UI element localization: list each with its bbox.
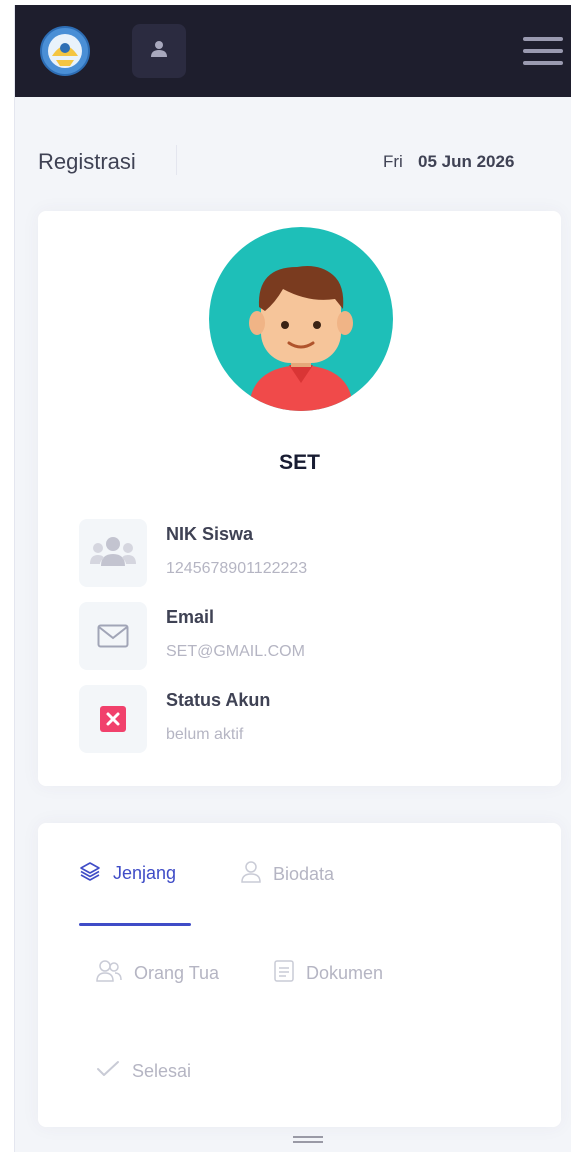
scroll-handle[interactable]: [293, 1141, 323, 1143]
step-dokumen[interactable]: Dokumen: [274, 960, 383, 987]
layers-icon: [79, 861, 101, 886]
info-row-email: Email SET@GMAIL.COM: [79, 602, 519, 672]
info-label: Status Akun: [166, 690, 271, 710]
tut-wuri-handayani-logo[interactable]: [40, 26, 90, 76]
info-row-status: Status Akun belum aktif: [79, 685, 519, 755]
user-name: SET: [279, 451, 320, 474]
hamburger-menu-icon[interactable]: [523, 35, 563, 67]
user-outline-icon: [241, 861, 261, 888]
date-day: Fri: [383, 152, 403, 171]
top-navbar: [15, 5, 571, 97]
document-icon: [274, 960, 294, 987]
step-jenjang[interactable]: Jenjang: [79, 861, 176, 886]
step-label: Orang Tua: [134, 963, 220, 983]
parents-icon: [96, 960, 122, 987]
active-step-indicator: [79, 923, 191, 926]
app-frame: Registrasi Fri 05 Jun 2026 SET NIK Siswa…: [14, 5, 571, 1152]
profile-card: SET NIK Siswa 1245678901122223 Email SET…: [38, 211, 561, 786]
check-icon: [96, 1059, 120, 1084]
step-label: Dokumen: [306, 963, 384, 983]
users-icon: [79, 519, 147, 587]
step-biodata[interactable]: Biodata: [241, 861, 334, 888]
page-title: Registrasi: [38, 149, 136, 174]
info-label: NIK Siswa: [166, 524, 254, 544]
envelope-icon: [79, 602, 147, 670]
step-label: Selesai: [132, 1061, 192, 1081]
boy-avatar-icon: [209, 227, 393, 411]
scroll-handle[interactable]: [293, 1136, 323, 1138]
step-orang-tua[interactable]: Orang Tua: [96, 960, 219, 987]
title-divider: [176, 145, 177, 175]
subheader: Registrasi Fri 05 Jun 2026: [15, 97, 571, 207]
registration-steps-card: Jenjang Biodata Orang Tua Dokumen Selesa…: [38, 823, 561, 1127]
user-icon: [149, 39, 169, 64]
date-full: 05 Jun 2026: [418, 152, 515, 171]
info-value: SET@GMAIL.COM: [166, 643, 305, 660]
info-label: Email: [166, 607, 215, 627]
user-menu-button[interactable]: [132, 24, 186, 78]
step-selesai[interactable]: Selesai: [96, 1059, 191, 1084]
status-value: belum aktif: [166, 726, 244, 743]
info-row-nik: NIK Siswa 1245678901122223: [79, 519, 519, 589]
info-value: 1245678901122223: [166, 560, 308, 577]
step-label: Biodata: [273, 864, 335, 884]
close-box-icon: [79, 685, 147, 753]
step-label: Jenjang: [113, 863, 177, 883]
